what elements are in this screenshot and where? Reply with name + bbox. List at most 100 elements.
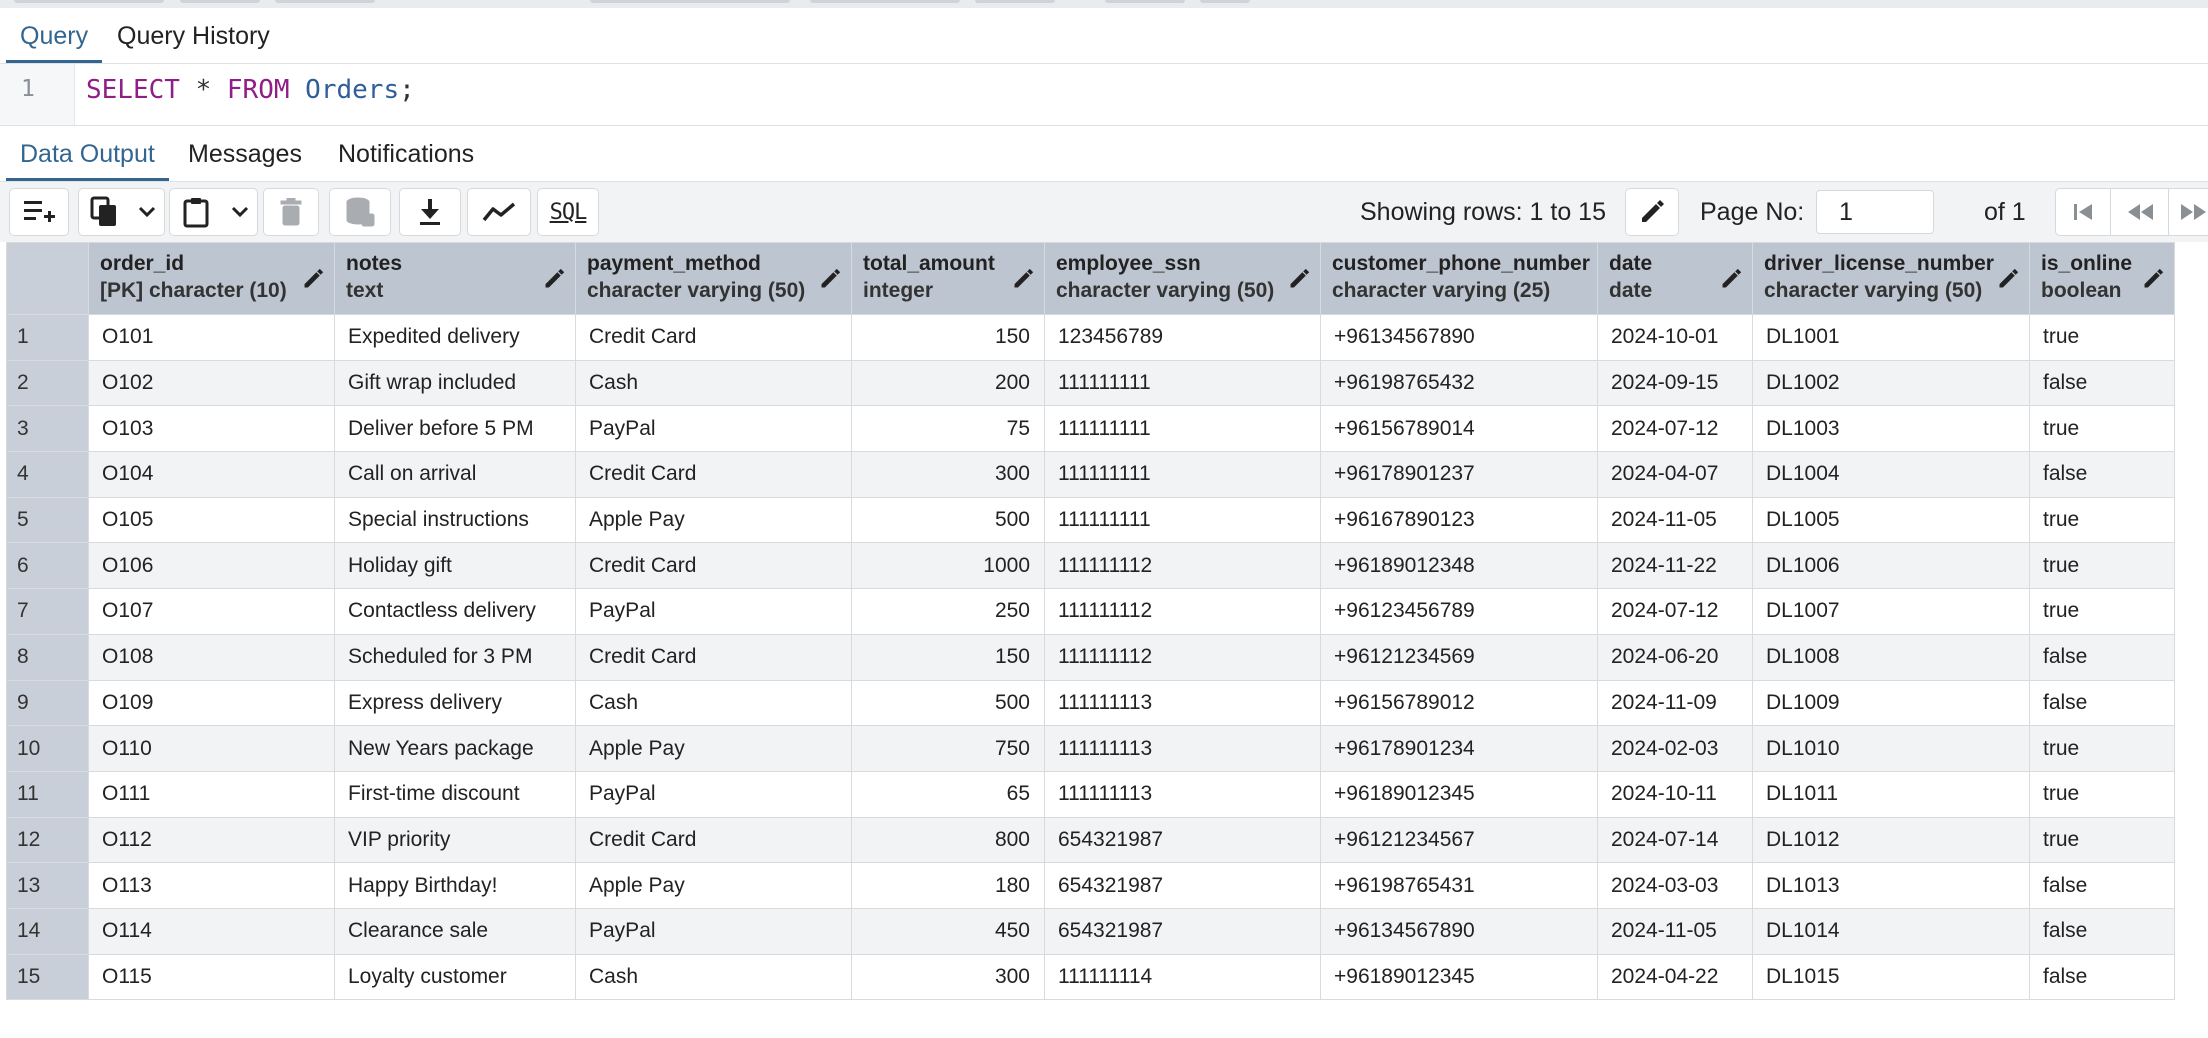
cell-driver_license_number[interactable]: DL1015 [1752, 953, 2030, 1001]
cell-order_id[interactable]: O102 [88, 359, 335, 407]
cell-employee_ssn[interactable]: 654321987 [1044, 907, 1321, 955]
cell-payment_method[interactable]: PayPal [575, 907, 852, 955]
table-row[interactable]: 7 O107 Contactless delivery PayPal 250 111111… [6, 588, 2175, 635]
tab-query[interactable]: Query [6, 8, 103, 63]
cell-driver_license_number[interactable]: DL1008 [1752, 633, 2030, 681]
cell-notes[interactable]: Contactless delivery [334, 588, 576, 635]
cell-order_id[interactable]: O115 [88, 953, 335, 1001]
table-row[interactable]: 1 O101 Expedited delivery Credit Card 150 123… [6, 314, 2175, 361]
cell-notes[interactable]: Loyalty customer [334, 953, 576, 1001]
cell-employee_ssn[interactable]: 111111114 [1044, 953, 1321, 1001]
cell-customer_phone_number[interactable]: +96189012345 [1320, 953, 1598, 1001]
cell-driver_license_number[interactable]: DL1009 [1752, 679, 2030, 727]
cell-date[interactable]: 2024-04-07 [1597, 451, 1753, 498]
cell-order_id[interactable]: O109 [88, 679, 335, 727]
cell-driver_license_number[interactable]: DL1001 [1752, 314, 2030, 361]
add-row-button[interactable] [9, 188, 69, 236]
cell-is_online[interactable]: true [2029, 314, 2175, 361]
cell-notes[interactable]: Scheduled for 3 PM [334, 633, 576, 681]
cell-customer_phone_number[interactable]: +96178901237 [1320, 451, 1598, 498]
table-row[interactable]: 14 O114 Clearance sale PayPal 450 654321987 +9… [6, 907, 2175, 955]
cell-is_online[interactable]: false [2029, 633, 2175, 681]
delete-button[interactable] [263, 188, 319, 236]
table-row[interactable]: 11 O111 First-time discount PayPal 65 1111111… [6, 770, 2175, 818]
cell-date[interactable]: 2024-07-12 [1597, 405, 1753, 453]
tab-notifications[interactable]: Notifications [324, 126, 488, 181]
cell-total_amount[interactable]: 300 [851, 451, 1045, 498]
cell-payment_method[interactable]: Credit Card [575, 633, 852, 681]
cell-date[interactable]: 2024-11-05 [1597, 496, 1753, 544]
cell-driver_license_number[interactable]: DL1011 [1752, 770, 2030, 818]
cell-total_amount[interactable]: 250 [851, 588, 1045, 635]
cell-total_amount[interactable]: 75 [851, 405, 1045, 453]
cell-date[interactable]: 2024-06-20 [1597, 633, 1753, 681]
cell-notes[interactable]: Gift wrap included [334, 359, 576, 407]
cell-employee_ssn[interactable]: 111111112 [1044, 633, 1321, 681]
cell-employee_ssn[interactable]: 111111113 [1044, 770, 1321, 818]
cell-date[interactable]: 2024-02-03 [1597, 725, 1753, 772]
cell-driver_license_number[interactable]: DL1002 [1752, 359, 2030, 407]
cell-customer_phone_number[interactable]: +96178901234 [1320, 725, 1598, 772]
cell-is_online[interactable]: false [2029, 451, 2175, 498]
next-page-button[interactable] [2169, 188, 2208, 236]
cell-driver_license_number[interactable]: DL1010 [1752, 725, 2030, 772]
cell-row-number[interactable]: 5 [6, 496, 89, 544]
cell-row-number[interactable]: 1 [6, 314, 89, 361]
cell-driver_license_number[interactable]: DL1006 [1752, 542, 2030, 590]
cell-is_online[interactable]: false [2029, 907, 2175, 955]
cell-order_id[interactable]: O106 [88, 542, 335, 590]
cell-is_online[interactable]: true [2029, 725, 2175, 772]
cell-customer_phone_number[interactable]: +96134567890 [1320, 907, 1598, 955]
cell-notes[interactable]: Special instructions [334, 496, 576, 544]
cell-order_id[interactable]: O105 [88, 496, 335, 544]
cell-employee_ssn[interactable]: 654321987 [1044, 862, 1321, 909]
table-row[interactable]: 9 O109 Express delivery Cash 500 111111113 +96… [6, 679, 2175, 727]
cell-customer_phone_number[interactable]: +96198765431 [1320, 862, 1598, 909]
cell-payment_method[interactable]: Apple Pay [575, 725, 852, 772]
cell-total_amount[interactable]: 500 [851, 679, 1045, 727]
column-header-employee_ssn[interactable]: employee_ssn character varying (50) [1044, 242, 1321, 315]
cell-notes[interactable]: First-time discount [334, 770, 576, 818]
cell-customer_phone_number[interactable]: +96121234569 [1320, 633, 1598, 681]
column-header-order_id[interactable]: order_id [PK] character (10) [88, 242, 335, 315]
sql-editor[interactable]: 1 SELECT * FROM Orders; [0, 64, 2208, 126]
cell-notes[interactable]: Deliver before 5 PM [334, 405, 576, 453]
table-row[interactable]: 13 O113 Happy Birthday! Apple Pay 180 6543219… [6, 862, 2175, 909]
table-row[interactable]: 2 O102 Gift wrap included Cash 200 111111111 +… [6, 359, 2175, 407]
cell-notes[interactable]: Express delivery [334, 679, 576, 727]
cell-payment_method[interactable]: Credit Card [575, 542, 852, 590]
select-all-corner[interactable] [6, 242, 89, 315]
cell-date[interactable]: 2024-10-01 [1597, 314, 1753, 361]
cell-customer_phone_number[interactable]: +96189012348 [1320, 542, 1598, 590]
graph-visualiser-button[interactable] [467, 188, 531, 236]
cell-notes[interactable]: New Years package [334, 725, 576, 772]
cell-row-number[interactable]: 7 [6, 588, 89, 635]
cell-driver_license_number[interactable]: DL1013 [1752, 862, 2030, 909]
cell-row-number[interactable]: 9 [6, 679, 89, 727]
cell-order_id[interactable]: O108 [88, 633, 335, 681]
cell-employee_ssn[interactable]: 111111111 [1044, 496, 1321, 544]
cell-customer_phone_number[interactable]: +96156789012 [1320, 679, 1598, 727]
cell-payment_method[interactable]: Apple Pay [575, 496, 852, 544]
column-header-date[interactable]: date date [1597, 242, 1753, 315]
cell-employee_ssn[interactable]: 111111111 [1044, 359, 1321, 407]
cell-is_online[interactable]: false [2029, 953, 2175, 1001]
cell-total_amount[interactable]: 450 [851, 907, 1045, 955]
cell-customer_phone_number[interactable]: +96167890123 [1320, 496, 1598, 544]
cell-customer_phone_number[interactable]: +96134567890 [1320, 314, 1598, 361]
page-number-input[interactable]: 1 [1816, 190, 1934, 234]
cell-customer_phone_number[interactable]: +96198765432 [1320, 359, 1598, 407]
table-row[interactable]: 4 O104 Call on arrival Credit Card 300 111111… [6, 451, 2175, 498]
edit-rows-button[interactable] [1625, 188, 1679, 236]
cell-employee_ssn[interactable]: 654321987 [1044, 816, 1321, 864]
cell-employee_ssn[interactable]: 111111112 [1044, 542, 1321, 590]
cell-payment_method[interactable]: Cash [575, 953, 852, 1001]
cell-employee_ssn[interactable]: 111111113 [1044, 725, 1321, 772]
cell-order_id[interactable]: O103 [88, 405, 335, 453]
cell-date[interactable]: 2024-11-09 [1597, 679, 1753, 727]
cell-payment_method[interactable]: Cash [575, 359, 852, 407]
table-row[interactable]: 6 O106 Holiday gift Credit Card 1000 11111111… [6, 542, 2175, 590]
cell-order_id[interactable]: O110 [88, 725, 335, 772]
cell-customer_phone_number[interactable]: +96156789014 [1320, 405, 1598, 453]
cell-customer_phone_number[interactable]: +96123456789 [1320, 588, 1598, 635]
